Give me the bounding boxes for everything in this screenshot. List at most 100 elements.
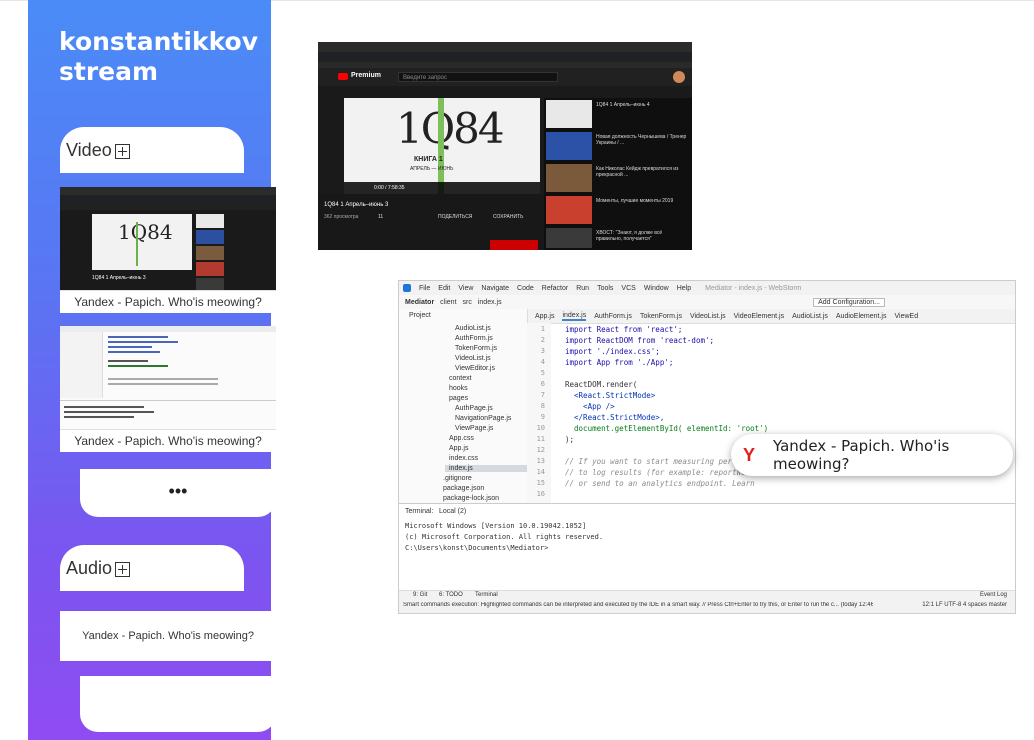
tree-item[interactable]: App.css	[449, 435, 474, 442]
youtube-screenshot: Premium Введите запрос 1Q84 КНИГА 1 АПРЕ…	[318, 42, 692, 250]
status-message: Smart commands execution: Highlighted co…	[403, 602, 873, 608]
stream-title: konstantikkov stream	[59, 27, 259, 87]
youtube-logo: Premium	[351, 72, 381, 79]
terminal-label: Terminal:	[405, 508, 434, 515]
related-videos: 1Q84 1 Апрель–июнь 4 Новая должность Чер…	[544, 98, 692, 250]
youtube-search-input[interactable]: Введите запрос	[398, 72, 558, 82]
video-title: 1Q84 1 Апрель–июнь 3	[324, 202, 389, 208]
audio-item[interactable]: Yandex - Papich. Who'is meowing?	[60, 611, 276, 661]
tab-tokenform-js[interactable]: TokenForm.js	[640, 313, 682, 320]
tab-todo[interactable]: 6: TODO	[439, 592, 463, 598]
related-title[interactable]: Как Николас Кейдж превратился из прекрас…	[596, 166, 688, 178]
menu-code[interactable]: Code	[517, 285, 534, 292]
audio-section-toggle[interactable]: Audio	[60, 545, 244, 591]
audio-label: Audio	[66, 557, 113, 578]
related-title[interactable]: Моменты, лучшие моменты 2019	[596, 198, 688, 204]
tree-item[interactable]: AuthForm.js	[455, 335, 493, 342]
video-item-card[interactable]: 1Q84 1Q84 1 Апрель–июнь 3 Yandex - Papic…	[60, 187, 276, 313]
menu-window[interactable]: Window	[644, 285, 669, 292]
project-tree: Project AudioList.js AuthForm.js TokenFo…	[399, 309, 529, 503]
tree-item[interactable]: App.js	[449, 445, 468, 452]
video-player[interactable]: 1Q84 КНИГА 1 АПРЕЛЬ — ИЮНЬ 0:00 / 7:58:3…	[344, 98, 540, 194]
video-label: Video	[66, 139, 112, 160]
terminal-tab[interactable]: Local (2)	[439, 508, 466, 515]
tree-item[interactable]: AudioList.js	[455, 325, 491, 332]
menu-navigate[interactable]: Navigate	[481, 285, 509, 292]
project-label[interactable]: Project	[409, 312, 431, 319]
video-thumbnail	[60, 326, 276, 431]
tree-item[interactable]: ViewPage.js	[455, 425, 493, 432]
tab-audioelement-js[interactable]: AudioElement.js	[836, 313, 887, 320]
window-title: Mediator - index.js - WebStorm	[705, 284, 802, 292]
event-log-button[interactable]: Event Log	[980, 592, 1007, 598]
menu-vcs[interactable]: VCS	[621, 285, 635, 292]
tab-terminal[interactable]: Terminal	[475, 592, 498, 598]
terminal-panel[interactable]: Terminal: Local (2) Microsoft Windows [V…	[399, 503, 1015, 594]
terminal-prompt[interactable]: C:\Users\konst\Documents\Mediator>	[405, 544, 548, 552]
breadcrumb: Mediator client src index.js Add Configu…	[399, 295, 1015, 310]
tree-item[interactable]: index.css	[449, 455, 478, 462]
tab-audiolist-js[interactable]: AudioList.js	[792, 313, 828, 320]
browser-tabs	[318, 42, 692, 52]
video-item-card[interactable]: Yandex - Papich. Who'is meowing?	[60, 326, 276, 452]
editor-tabs: App.js index.js AuthForm.js TokenForm.js…	[527, 309, 1015, 324]
related-title[interactable]: Новая должность Чернышева / Тренер Украи…	[596, 134, 688, 146]
tab-index-js[interactable]: index.js	[562, 312, 587, 321]
code-editor[interactable]: import React from 'react'; import ReactD…	[565, 323, 1005, 503]
menu-tools[interactable]: Tools	[597, 285, 613, 292]
yandex-logo-icon: Y	[743, 444, 756, 465]
tab-videolist-js[interactable]: VideoList.js	[690, 313, 726, 320]
tree-item[interactable]: VideoList.js	[455, 355, 491, 362]
like-count[interactable]: 11	[378, 214, 383, 220]
tree-item[interactable]: NavigationPage.js	[455, 415, 511, 422]
browser-address-bar	[318, 52, 692, 62]
share-button[interactable]: ПОДЕЛИТЬСЯ	[438, 214, 472, 220]
empty-card	[80, 676, 276, 732]
menu-refactor[interactable]: Refactor	[542, 285, 568, 292]
youtube-nav: Premium Введите запрос	[318, 68, 692, 86]
tree-item[interactable]: ViewEditor.js	[455, 365, 495, 372]
menu-edit[interactable]: Edit	[438, 285, 450, 292]
menu-file[interactable]: File	[419, 285, 430, 292]
menu-run[interactable]: Run	[576, 285, 589, 292]
tree-item[interactable]: pages	[449, 395, 468, 402]
ide-menubar: File Edit View Navigate Code Refactor Ru…	[399, 281, 1015, 295]
tab-app-js[interactable]: App.js	[535, 313, 554, 320]
related-title[interactable]: ХВОСТ: "Знают, я долже всё правильно, по…	[596, 230, 688, 242]
avatar[interactable]	[673, 71, 685, 83]
add-configuration-button[interactable]: Add Configuration...	[813, 297, 885, 307]
tab-viewed[interactable]: ViewEd	[894, 313, 918, 320]
video-item-caption: Yandex - Papich. Who'is meowing?	[60, 429, 276, 452]
line-gutter: 1 2 3 4 5 6 7 8 9 10 11 12 13 14 15 16	[527, 323, 551, 503]
save-button[interactable]: СОХРАНИТЬ	[493, 214, 523, 220]
tab-git[interactable]: 9: Git	[413, 592, 427, 598]
menu-help[interactable]: Help	[677, 285, 691, 292]
tree-item-selected[interactable]: index.js	[445, 465, 529, 472]
tree-item[interactable]: hooks	[449, 385, 468, 392]
youtube-logo-icon	[338, 73, 348, 80]
tab-videoelement-js[interactable]: VideoElement.js	[734, 313, 784, 320]
video-section-toggle[interactable]: Video	[60, 127, 244, 173]
yandex-now-playing[interactable]: Y Yandex - Papich. Who'is meowing?	[731, 434, 1013, 476]
title-line-2: stream	[59, 57, 159, 86]
tree-item[interactable]: package-lock.json	[443, 495, 499, 502]
more-button[interactable]: •••	[80, 469, 276, 517]
tree-item[interactable]: context	[449, 375, 472, 382]
tree-item[interactable]: package.json	[443, 485, 484, 492]
plus-square-icon[interactable]	[115, 561, 131, 577]
webstorm-icon	[403, 284, 411, 292]
tree-item[interactable]: AuthPage.js	[455, 405, 493, 412]
views-count: 362 просмотра	[324, 214, 359, 220]
tree-item[interactable]: TokenForm.js	[455, 345, 497, 352]
status-info[interactable]: 12:1 LF UTF-8 4 spaces master	[922, 602, 1007, 608]
book-title: 1Q84	[396, 104, 505, 153]
plus-square-icon[interactable]	[114, 143, 130, 159]
tree-item[interactable]: .gitignore	[443, 475, 472, 482]
menu-view[interactable]: View	[458, 285, 473, 292]
tab-authform-js[interactable]: AuthForm.js	[594, 313, 632, 320]
video-thumbnail: 1Q84 1Q84 1 Апрель–июнь 3	[60, 187, 276, 291]
title-line-1: konstantikkov	[59, 27, 258, 56]
status-bar: 9: Git 6: TODO Terminal Event Log Smart …	[399, 590, 1015, 613]
video-item-caption: Yandex - Papich. Who'is meowing?	[60, 290, 276, 313]
related-title[interactable]: 1Q84 1 Апрель–июнь 4	[596, 102, 688, 108]
